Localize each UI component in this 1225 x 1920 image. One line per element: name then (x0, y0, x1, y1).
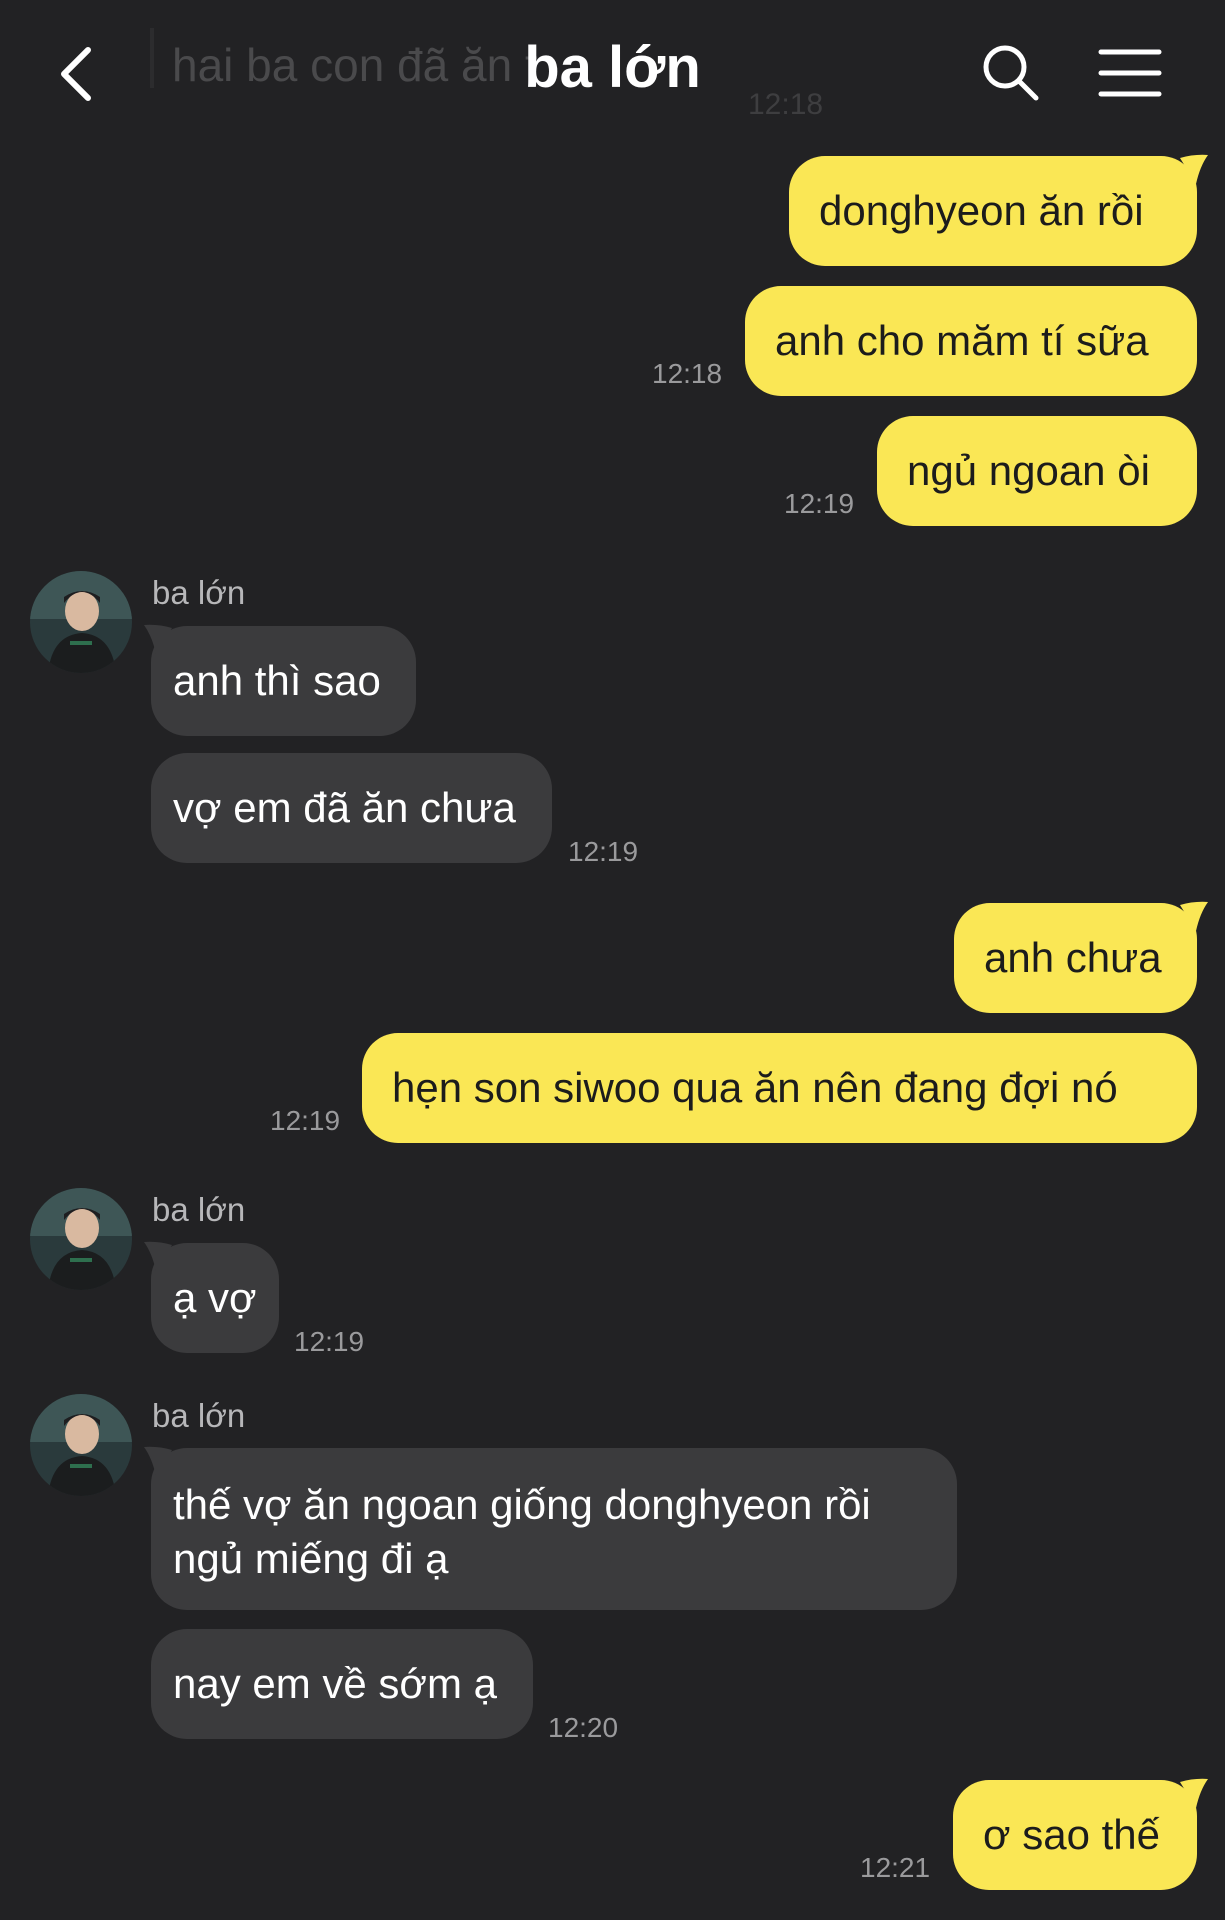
outgoing-message[interactable]: anh cho măm tí sữa (745, 286, 1197, 396)
message-time: 12:20 (548, 1712, 619, 1743)
menu-button[interactable] (1098, 48, 1162, 98)
bubble-tail (1180, 154, 1208, 184)
message-text: donghyeon ăn rồi (819, 187, 1144, 234)
bubble-tail (144, 624, 172, 654)
message-text: ngủ ngoan òi (907, 447, 1150, 494)
message-time: 12:19 (568, 836, 639, 867)
outgoing-message[interactable]: ơ sao thế (953, 1780, 1197, 1890)
bubble-tail (1180, 901, 1208, 931)
sender-name: ba lớn (152, 574, 246, 611)
bubble-tail (1180, 1778, 1208, 1808)
message-text: ơ sao thế (983, 1811, 1160, 1858)
message-text: hẹn son siwoo qua ăn nên đang đợi nó (392, 1064, 1118, 1111)
message-time: 12:19 (784, 488, 855, 519)
search-icon (983, 45, 1039, 101)
outgoing-message[interactable]: donghyeon ăn rồi (789, 156, 1197, 266)
outgoing-message[interactable]: anh chưa (954, 903, 1197, 1013)
message-time: 12:18 (652, 358, 723, 389)
message-text: nay em về sớm ạ (173, 1660, 497, 1707)
message-time: 12:19 (270, 1105, 341, 1136)
message-text: vợ em đã ăn chưa (173, 784, 516, 831)
message-text: thế vợ ăn ngoan giống donghyeon rồi ngủ … (173, 1481, 871, 1582)
incoming-message[interactable]: thế vợ ăn ngoan giống donghyeon rồi ngủ … (151, 1448, 957, 1610)
message-text: anh cho măm tí sữa (775, 317, 1149, 364)
avatar[interactable] (30, 1188, 132, 1290)
message-text: anh chưa (984, 934, 1162, 981)
incoming-message[interactable]: vợ em đã ăn chưa (151, 753, 552, 863)
message-text: anh thì sao (173, 657, 381, 704)
avatar[interactable] (30, 1394, 132, 1496)
search-button[interactable] (980, 42, 1042, 104)
message-time: 12:21 (860, 1852, 931, 1883)
incoming-message[interactable]: nay em về sớm ạ (151, 1629, 533, 1739)
avatar[interactable] (30, 571, 132, 673)
profile-photo (30, 1394, 132, 1496)
outgoing-message[interactable]: hẹn son siwoo qua ăn nên đang đợi nó (362, 1033, 1197, 1143)
bubble-tail (144, 1446, 172, 1476)
profile-photo (30, 571, 132, 673)
bubble-tail (144, 1241, 172, 1271)
profile-photo (30, 1188, 132, 1290)
message-text: ạ vợ (173, 1274, 257, 1321)
incoming-message[interactable]: anh thì sao (151, 626, 416, 736)
sender-name: ba lớn (152, 1397, 246, 1434)
hamburger-menu-icon (1098, 49, 1162, 97)
chat-header: hai ba con đã ăn t 12:18 ba lớn (0, 0, 1225, 140)
message-time: 12:19 (294, 1326, 365, 1357)
sender-name: ba lớn (152, 1191, 246, 1228)
outgoing-message[interactable]: ngủ ngoan òi (877, 416, 1197, 526)
